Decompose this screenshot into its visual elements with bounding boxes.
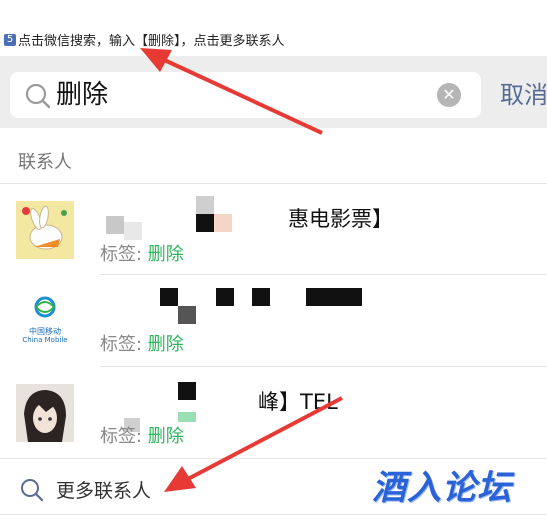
arrow-to-more-contacts-icon xyxy=(185,396,343,482)
arrow-to-search-icon xyxy=(159,56,323,135)
annotation-arrows xyxy=(140,48,343,492)
